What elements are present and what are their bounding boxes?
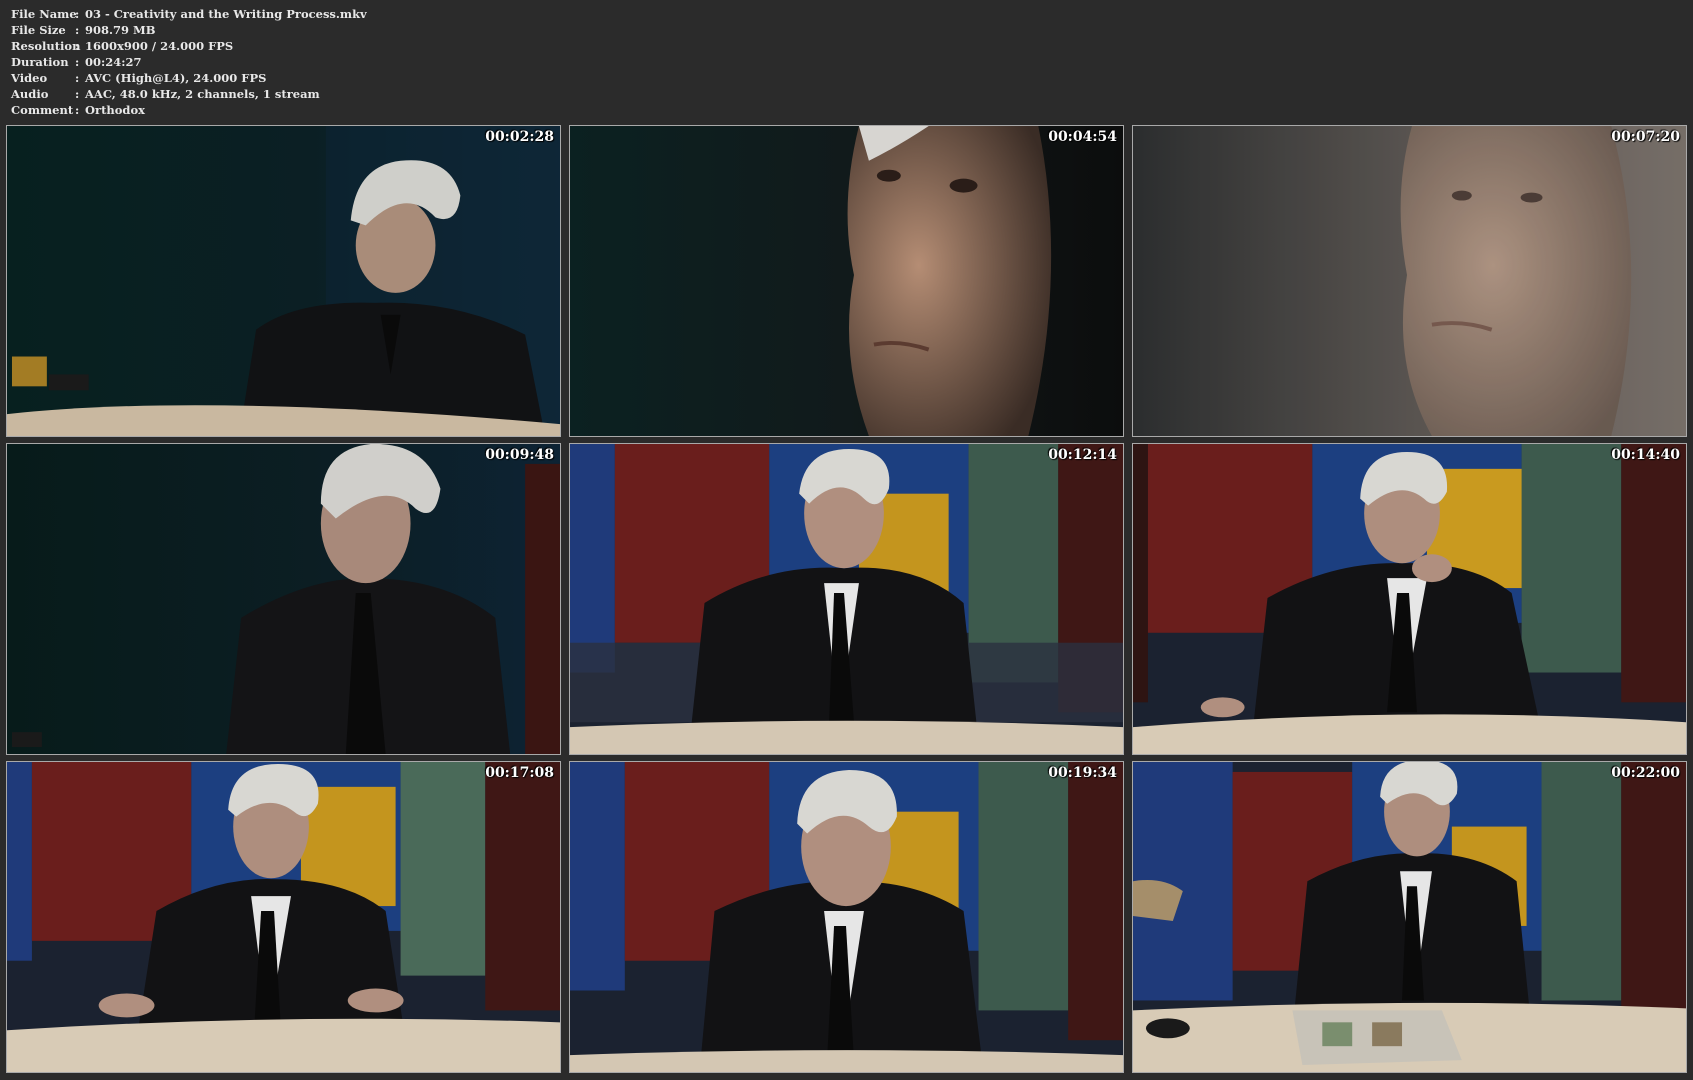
info-label: Duration xyxy=(11,55,69,69)
frame-image xyxy=(7,762,560,1072)
timestamp-label: 00:02:28 xyxy=(485,129,554,145)
info-row-video: Video: AVC (High@L4), 24.000 FPS xyxy=(11,70,367,86)
frame-image xyxy=(1133,444,1686,754)
info-row-resolution: Resolution:1600x900 / 24.000 FPS xyxy=(11,38,367,54)
info-separator: : xyxy=(75,55,80,69)
frame-image xyxy=(570,444,1123,754)
timestamp-label: 00:12:14 xyxy=(1048,447,1117,463)
timestamp-label: 00:07:20 xyxy=(1611,129,1680,145)
info-label: Comment xyxy=(11,103,74,117)
thumbnail-grid: 00:02:28 00:04:54 00:07:20 00:09:48 00:1… xyxy=(6,125,1687,1073)
frame-image xyxy=(1133,762,1686,1072)
video-thumbnail[interactable]: 00:17:08 xyxy=(6,761,561,1073)
info-separator: : xyxy=(75,23,80,37)
video-thumbnail[interactable]: 00:02:28 xyxy=(6,125,561,437)
timestamp-label: 00:22:00 xyxy=(1611,765,1680,781)
info-row-file-size: File Size:908.79 MB xyxy=(11,22,367,38)
video-thumbnail[interactable]: 00:14:40 xyxy=(1132,443,1687,755)
info-row-duration: Duration:00:24:27 xyxy=(11,54,367,70)
frame-image xyxy=(570,126,1123,436)
timestamp-label: 00:09:48 xyxy=(485,447,554,463)
info-label: Resolution xyxy=(11,39,81,53)
frame-image xyxy=(570,762,1123,1072)
info-separator: : xyxy=(75,103,80,117)
info-value: AAC, 48.0 kHz, 2 channels, 1 stream xyxy=(85,87,320,101)
video-thumbnail[interactable]: 00:04:54 xyxy=(569,125,1124,437)
info-value: AVC (High@L4), 24.000 FPS xyxy=(85,71,267,85)
info-separator: : xyxy=(75,87,80,101)
frame-image xyxy=(1133,126,1686,436)
info-value: 00:24:27 xyxy=(85,55,142,69)
timestamp-label: 00:17:08 xyxy=(485,765,554,781)
info-value: 908.79 MB xyxy=(85,23,156,37)
info-separator: : xyxy=(75,39,80,53)
info-separator: : xyxy=(75,7,80,21)
timestamp-label: 00:14:40 xyxy=(1611,447,1680,463)
timestamp-label: 00:19:34 xyxy=(1048,765,1117,781)
info-label: File Name xyxy=(11,7,77,21)
timestamp-label: 00:04:54 xyxy=(1048,129,1117,145)
frame-image xyxy=(7,444,560,754)
info-value: 1600x900 / 24.000 FPS xyxy=(85,39,234,53)
info-value: 03 - Creativity and the Writing Process.… xyxy=(85,7,367,21)
info-label: Audio xyxy=(11,87,49,101)
info-label: Video xyxy=(11,71,48,85)
video-thumbnail[interactable]: 00:19:34 xyxy=(569,761,1124,1073)
video-thumbnail[interactable]: 00:07:20 xyxy=(1132,125,1687,437)
info-row-file-name: File Name:03 - Creativity and the Writin… xyxy=(11,6,367,22)
frame-image xyxy=(7,126,560,436)
video-thumbnail[interactable]: 00:12:14 xyxy=(569,443,1124,755)
info-separator: : xyxy=(75,71,80,85)
info-value: Orthodox xyxy=(85,103,145,117)
video-thumbnail[interactable]: 00:22:00 xyxy=(1132,761,1687,1073)
video-thumbnail[interactable]: 00:09:48 xyxy=(6,443,561,755)
info-row-audio: Audio: AAC, 48.0 kHz, 2 channels, 1 strea… xyxy=(11,86,367,102)
file-info-panel: File Name:03 - Creativity and the Writin… xyxy=(11,6,367,118)
info-row-comment: Comment: Orthodox xyxy=(11,102,367,118)
info-label: File Size xyxy=(11,23,66,37)
